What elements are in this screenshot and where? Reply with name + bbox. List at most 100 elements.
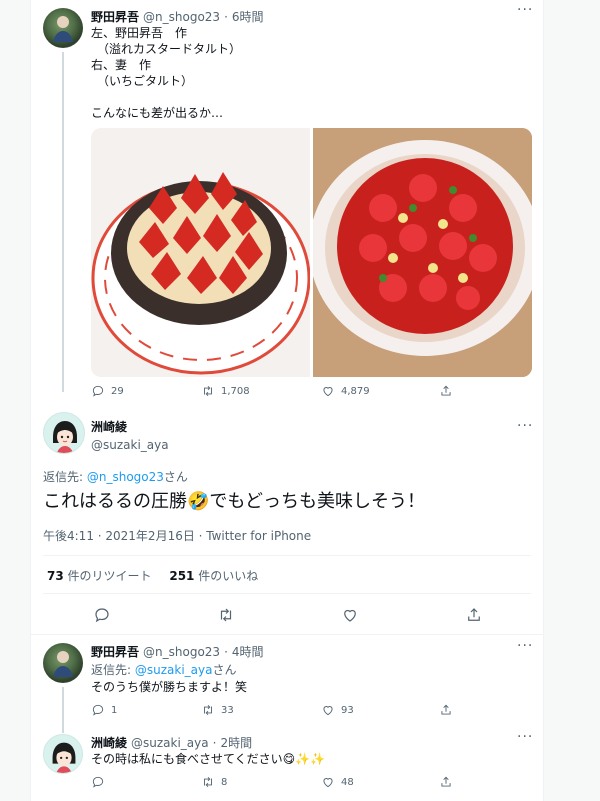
more-icon[interactable]: ··· <box>517 2 533 18</box>
reply-to-suffix: さん <box>163 470 188 484</box>
like-stat[interactable]: 251 件のいいね <box>169 569 258 583</box>
more-icon[interactable]: ··· <box>517 729 533 745</box>
reply-to-label: 返信先: <box>43 470 87 484</box>
like-button[interactable] <box>341 606 465 624</box>
retweet-count: 8 <box>221 776 228 788</box>
handle[interactable]: @n_shogo23 <box>143 645 220 659</box>
retweet-button[interactable]: 33 <box>201 703 321 717</box>
reply-icon <box>91 775 105 789</box>
like-icon <box>341 606 359 624</box>
tweet-line: （いちごタルト） <box>97 74 194 88</box>
person-avatar-icon <box>53 651 73 677</box>
reply-button[interactable] <box>91 775 201 789</box>
reply-to-link[interactable]: @suzaki_aya <box>135 663 213 677</box>
like-button[interactable]: 93 <box>321 703 439 717</box>
strawberry-tart-photo[interactable] <box>309 128 532 377</box>
retweet-count: 1,708 <box>221 385 250 397</box>
handle[interactable]: @suzaki_aya <box>91 438 169 452</box>
retweet-count: 33 <box>221 704 234 716</box>
retweet-stat[interactable]: 73 件のリツイート <box>47 569 152 583</box>
handle[interactable]: @suzaki_aya <box>131 736 209 750</box>
tweet-text: そのうち僕が勝ちますよ！笑 <box>91 680 248 694</box>
like-count: 4,879 <box>341 385 370 397</box>
display-name[interactable]: 野田昇吾 <box>91 8 139 25</box>
reply-count: 1 <box>111 704 118 716</box>
tweet-text: その時は私にも食べさせてください😋✨✨ <box>91 751 325 767</box>
retweet-count: 73 <box>47 569 64 583</box>
like-count: 93 <box>341 704 354 716</box>
thread-line <box>62 52 64 392</box>
share-icon <box>439 775 453 789</box>
retweet-icon <box>201 703 215 717</box>
tweet-text-part: その時は私にも食べさせてください <box>91 752 283 766</box>
display-name[interactable]: 野田昇吾 <box>91 643 139 660</box>
tweet-line <box>91 89 241 105</box>
tweet-timestamp[interactable]: 午後4:11 · 2021年2月16日 · Twitter for iPhone <box>43 527 311 544</box>
custard-tart-image-icon <box>91 172 311 375</box>
share-button[interactable] <box>439 384 453 398</box>
reply-button[interactable]: 29 <box>91 384 201 398</box>
tweet-text-part: これはるるの圧勝 <box>43 491 187 512</box>
divider <box>31 634 543 635</box>
yum-sparkles-emoji: 😋✨✨ <box>282 752 326 766</box>
tweet-actions: 1 33 93 <box>91 703 453 717</box>
avatar[interactable] <box>43 412 85 454</box>
share-button[interactable] <box>465 606 483 624</box>
like-label: 件のいいね <box>194 569 259 583</box>
avatar[interactable] <box>43 8 83 48</box>
person-avatar-icon <box>53 16 73 42</box>
tweet-actions: 29 1,708 4,879 <box>91 384 453 398</box>
tweet-line: 左、野田昇吾 作 <box>91 26 188 40</box>
more-icon[interactable]: ··· <box>517 638 533 654</box>
tweet-line: 右、妻 作 <box>91 58 152 72</box>
main-tweet-actions <box>93 606 483 624</box>
display-name[interactable]: 洲崎綾 <box>91 734 127 751</box>
reply-icon <box>91 703 105 717</box>
tweet-text: 左、野田昇吾 作 （溢れカスタードタルト） 右、妻 作 （いちごタルト） こんな… <box>91 25 241 121</box>
like-button[interactable]: 4,879 <box>321 384 439 398</box>
tweet-actions: 8 48 <box>91 775 453 789</box>
reply-count: 29 <box>111 385 124 397</box>
like-icon <box>321 775 335 789</box>
retweet-label: 件のリツイート <box>63 569 152 583</box>
reply-context: 返信先: @n_shogo23さん <box>43 468 188 485</box>
tweet-header: 洲崎綾 @suzaki_aya · 2時間 <box>91 734 253 751</box>
handle[interactable]: @n_shogo23 <box>143 10 220 24</box>
reply-context: 返信先: @suzaki_ayaさん <box>91 661 236 678</box>
reply-button[interactable] <box>93 606 217 624</box>
thread-line <box>62 687 64 733</box>
display-name[interactable]: 洲崎綾 <box>91 418 169 435</box>
strawberry-tart-image-icon <box>309 128 532 377</box>
like-icon <box>321 384 335 398</box>
share-icon <box>439 703 453 717</box>
divider <box>43 555 531 556</box>
share-button[interactable] <box>439 775 453 789</box>
person-avatar-icon <box>53 421 77 453</box>
share-button[interactable] <box>439 703 453 717</box>
tweet-header: 野田昇吾 @n_shogo23 · 4時間 <box>91 643 264 660</box>
like-count: 251 <box>169 569 195 583</box>
more-icon[interactable]: ··· <box>517 418 533 434</box>
retweet-button[interactable]: 1,708 <box>201 384 321 398</box>
share-icon <box>465 606 483 624</box>
reply-to-label: 返信先: <box>91 663 135 677</box>
like-button[interactable]: 48 <box>321 775 439 789</box>
like-icon <box>321 703 335 717</box>
timestamp[interactable]: 6時間 <box>232 8 264 25</box>
rofl-emoji: 🤣 <box>187 491 210 512</box>
retweet-button[interactable]: 8 <box>201 775 321 789</box>
tweet-header: 野田昇吾 @n_shogo23 · 6時間 <box>91 8 264 25</box>
retweet-button[interactable] <box>217 606 341 624</box>
share-icon <box>439 384 453 398</box>
retweet-icon <box>201 775 215 789</box>
retweet-icon <box>217 606 235 624</box>
tweet-text-part: でもどっちも美味しそう！ <box>209 491 426 512</box>
timestamp[interactable]: 2時間 <box>220 734 252 751</box>
reply-button[interactable]: 1 <box>91 703 201 717</box>
avatar[interactable] <box>43 643 83 683</box>
reply-to-link[interactable]: @n_shogo23 <box>87 470 164 484</box>
author-block: 洲崎綾 @suzaki_aya <box>91 418 169 452</box>
avatar[interactable] <box>43 734 83 774</box>
timestamp[interactable]: 4時間 <box>232 643 264 660</box>
custard-tart-photo[interactable] <box>91 128 311 377</box>
